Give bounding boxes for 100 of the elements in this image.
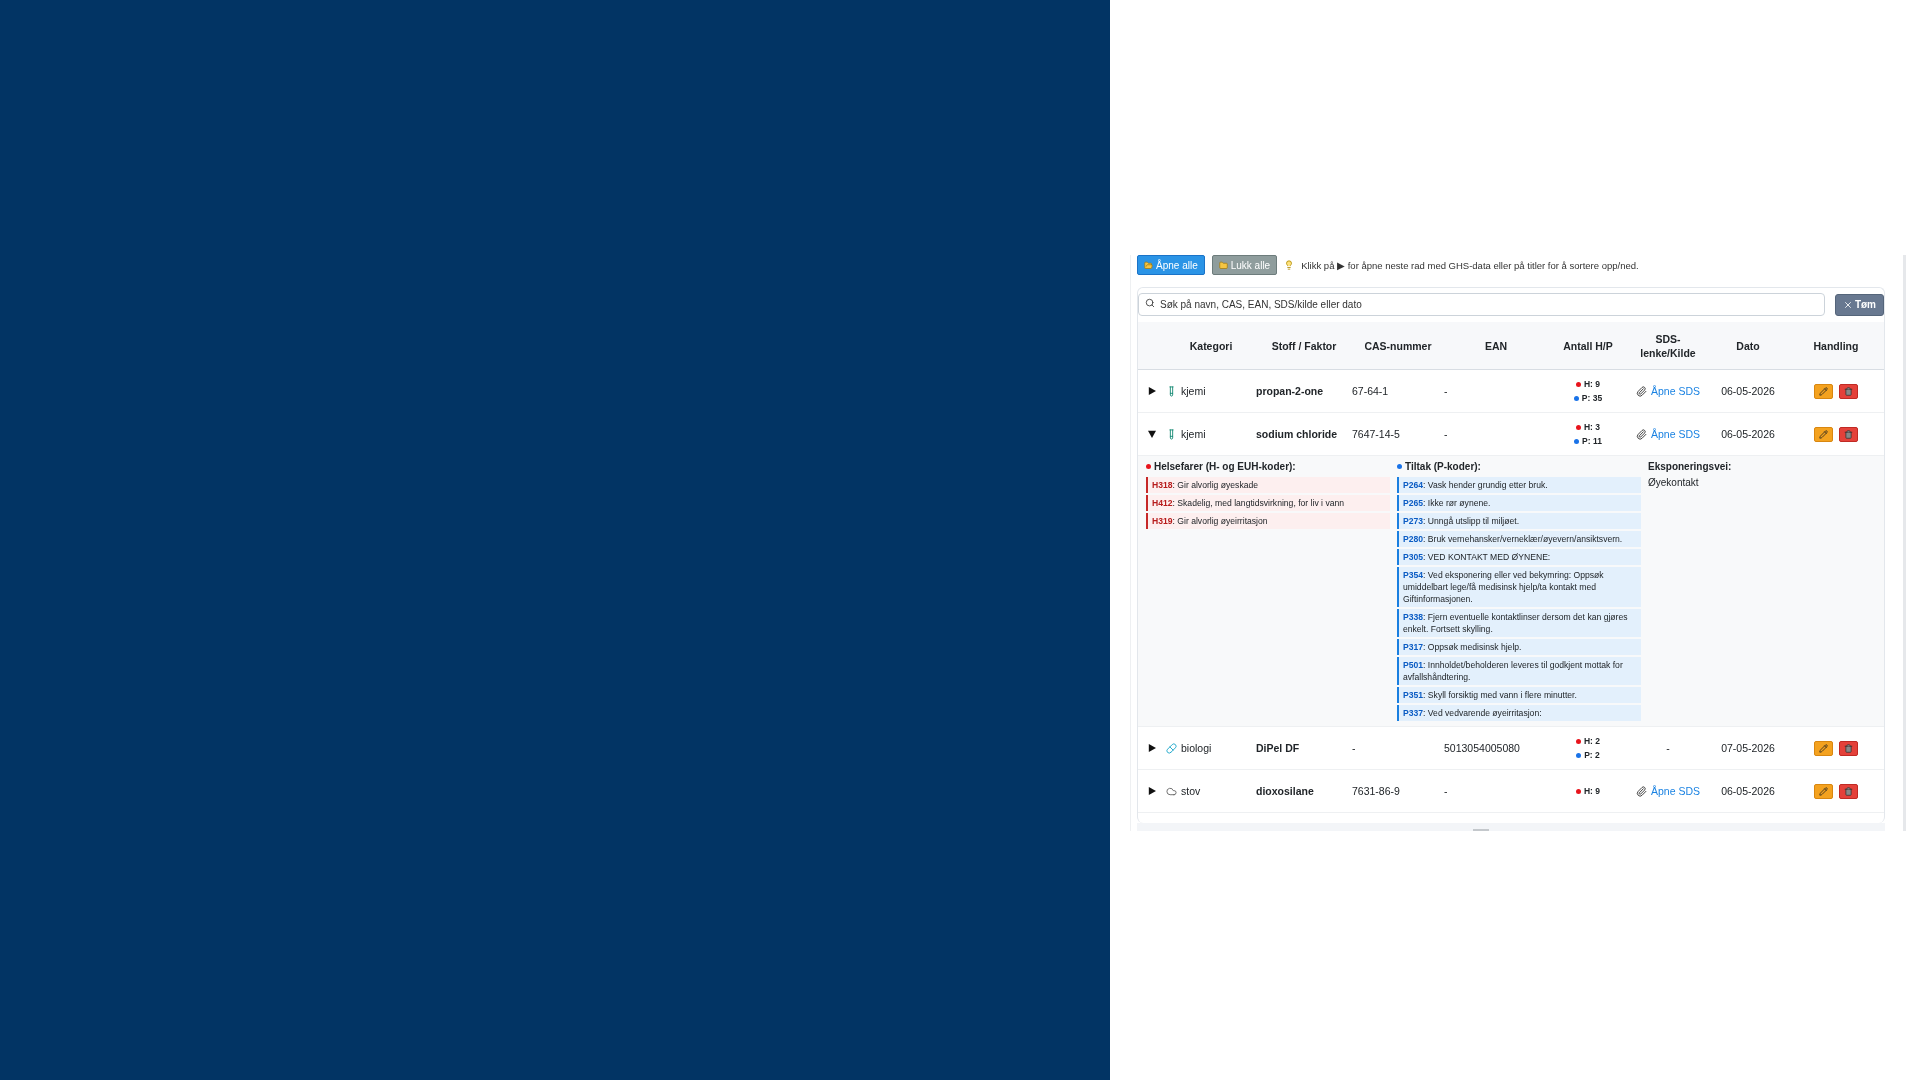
category-text: stov (1181, 785, 1201, 797)
measure-dot-icon (1576, 752, 1582, 758)
scrollbar[interactable] (1137, 823, 1885, 831)
column-header[interactable]: Handling (1788, 338, 1884, 353)
measure-circle-icon (1397, 464, 1402, 469)
test-tube-icon (1166, 428, 1177, 440)
measures-title: Tiltak (P-koder): (1405, 461, 1481, 472)
exposure-title: Eksponeringsvei: (1648, 461, 1732, 472)
trash-icon (1844, 429, 1853, 439)
precaution-statement: P354: Ved eksponering eller ved bekymring: Oppsøk umiddelbart lege/få medisinsk hjelp/ta kontakt med Giftinformasjonen. (1397, 567, 1641, 607)
clear-button[interactable]: Tøm (1834, 293, 1884, 316)
pencil-icon (1819, 386, 1828, 396)
measure-dot-icon (1573, 395, 1579, 401)
expand-arrow-icon[interactable] (1148, 787, 1156, 795)
ean-number: 5013054005080 (1444, 742, 1520, 754)
hazard-statement: H319: Gir alvorlig øyeirritasjon (1146, 513, 1390, 529)
precaution-statement: P280: Bruk vernehansker/verneklær/øyevern/ansiktsvern. (1397, 531, 1641, 547)
substance-name: propan-2-one (1256, 385, 1324, 397)
sds-link[interactable]: Åpne SDS (1651, 385, 1700, 397)
expand-arrow-icon[interactable] (1148, 744, 1156, 752)
delete-button[interactable] (1839, 426, 1858, 442)
close-icon (1842, 299, 1853, 310)
hazard-count: H: 9 (1583, 786, 1601, 796)
hazard-dot-icon (1575, 738, 1581, 744)
paperclip-icon (1636, 785, 1647, 797)
trash-icon (1844, 786, 1853, 796)
hazard-dot-icon (1575, 788, 1581, 794)
precaution-statement: P264: Vask hender grundig etter bruk. (1397, 477, 1641, 493)
precaution-statement: P305: VED KONTAKT MED ØYNENE: (1397, 549, 1641, 565)
precaution-statement: P265: Ikke rør øynene. (1397, 495, 1641, 511)
ean-number: - (1444, 428, 1448, 440)
date-text: 06-05-2026 (1721, 785, 1775, 797)
date-text: 06-05-2026 (1721, 428, 1775, 440)
cloud-icon (1166, 785, 1177, 797)
category-text: kjemi (1181, 385, 1206, 397)
hazard-circle-icon (1146, 464, 1151, 469)
column-header[interactable]: Stoff / Faktor (1256, 338, 1352, 353)
date-text: 06-05-2026 (1721, 385, 1775, 397)
measure-count: P: 11 (1582, 436, 1602, 446)
edit-button[interactable] (1814, 740, 1833, 756)
cas-number: - (1352, 742, 1356, 754)
hazard-count: H: 9 (1583, 379, 1600, 389)
measure-count: P: 2 (1584, 750, 1600, 760)
edit-button[interactable] (1814, 426, 1833, 442)
precaution-statement: P317: Oppsøk medisinsk hjelp. (1397, 639, 1641, 655)
hazard-statement: H318: Gir alvorlig øyeskade (1146, 477, 1390, 493)
delete-button[interactable] (1839, 383, 1858, 399)
precaution-statement: P501: Innholdet/beholderen leveres til godkjent mottak for avfallshåndtering. (1397, 657, 1641, 685)
trash-icon (1844, 386, 1853, 396)
hazard-dot-icon (1575, 381, 1581, 387)
edit-button[interactable] (1814, 783, 1833, 799)
hazard-count: H: 2 (1583, 736, 1601, 746)
column-header[interactable]: SDS-lenke/Kilde (1628, 331, 1708, 360)
test-tube-icon (1166, 385, 1177, 397)
hazards-title: Helsefarer (H- og EUH-koder): (1154, 461, 1296, 472)
lightbulb-icon (1284, 260, 1295, 270)
ean-number: - (1444, 785, 1448, 797)
search-icon (1145, 298, 1155, 308)
edit-button[interactable] (1814, 383, 1833, 399)
folder-icon (1144, 260, 1153, 270)
exposure-text: Øyekontakt (1648, 477, 1700, 488)
precaution-statement: P273: Unngå utslipp til miljøet. (1397, 513, 1641, 529)
column-header[interactable]: Antall H/P (1548, 338, 1628, 353)
cas-number: 67-64-1 (1352, 385, 1389, 397)
column-header[interactable]: Dato (1708, 338, 1788, 353)
measure-count: P: 35 (1581, 393, 1603, 403)
precaution-statement: P338: Fjern eventuelle kontaktlinser dersom det kan gjøres enkelt. Fortsett skylling. (1397, 609, 1641, 637)
column-header[interactable]: Kategori (1166, 338, 1256, 353)
trash-icon (1844, 743, 1853, 753)
cas-number: 7631-86-9 (1352, 785, 1400, 797)
pencil-icon (1819, 786, 1828, 796)
sds-link[interactable]: Åpne SDS (1651, 428, 1700, 440)
delete-button[interactable] (1839, 783, 1858, 799)
paperclip-icon (1636, 428, 1647, 440)
column-header[interactable]: CAS-nummer (1352, 338, 1444, 353)
hazard-count: H: 3 (1583, 422, 1600, 432)
search-field[interactable]: Søk på navn, CAS, EAN, SDS/kilde eller dato (1138, 293, 1825, 316)
measure-dot-icon (1574, 438, 1580, 444)
category-text: kjemi (1181, 428, 1206, 440)
pencil-icon (1819, 429, 1828, 439)
pill-icon (1166, 742, 1177, 754)
hazard-statement: H412: Skadelig, med langtidsvirkning, for liv i vann (1146, 495, 1390, 511)
folder-icon (1218, 260, 1228, 270)
paperclip-icon (1636, 385, 1647, 397)
cas-number: 7647-14-5 (1352, 428, 1400, 440)
expand-arrow-icon[interactable] (1148, 387, 1156, 395)
column-header[interactable]: EAN (1444, 338, 1548, 353)
substance-name: DiPel DF (1256, 742, 1300, 754)
substance-name: sodium chloride (1256, 428, 1338, 440)
substance-name: dioxosilane (1256, 785, 1314, 797)
precaution-statement: P337: Ved vedvarende øyeirritasjon: (1397, 705, 1641, 721)
pencil-icon (1819, 743, 1828, 753)
date-text: 07-05-2026 (1721, 742, 1775, 754)
sds-text: - (1666, 742, 1670, 754)
hint-text: Klikk på ▶ for åpne neste rad med GHS-data eller på titler for å sortere opp/ned. (1301, 259, 1639, 271)
delete-button[interactable] (1839, 740, 1858, 756)
sds-link[interactable]: Åpne SDS (1651, 785, 1700, 797)
ean-number: - (1444, 385, 1448, 397)
expand-arrow-icon[interactable] (1148, 430, 1156, 438)
precaution-statement: P351: Skyll forsiktig med vann i flere minutter. (1397, 687, 1641, 703)
